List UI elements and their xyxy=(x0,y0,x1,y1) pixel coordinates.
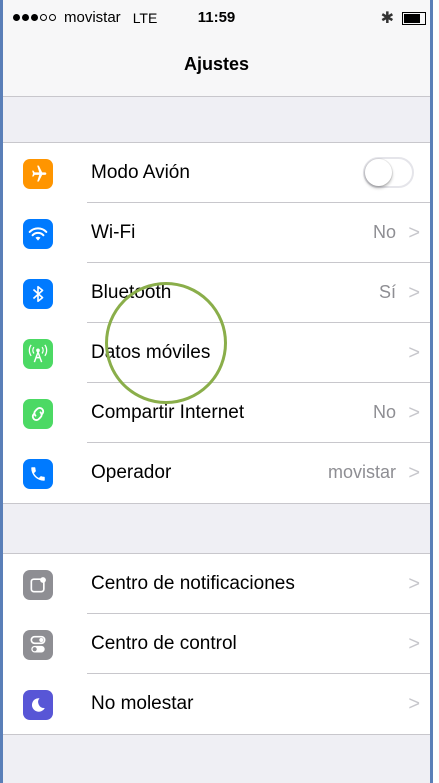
row-wifi[interactable]: Wi-Fi No > xyxy=(3,203,430,263)
phone-icon xyxy=(23,459,53,489)
bluetooth-icon xyxy=(23,279,53,309)
status-right: ✱ xyxy=(381,8,426,28)
airplane-mode-toggle[interactable] xyxy=(363,157,414,188)
row-control-center[interactable]: Centro de control > xyxy=(3,614,430,674)
link-icon xyxy=(23,399,53,429)
row-label: Operador xyxy=(91,462,172,483)
row-value: Sí xyxy=(378,282,396,302)
row-label: Compartir Internet xyxy=(91,402,245,423)
phone-screen: movistar LTE 11:59 ✱ Ajustes Modo Avión xyxy=(0,0,433,783)
control-center-icon xyxy=(23,630,53,660)
airplane-icon xyxy=(23,159,53,189)
chevron-right-icon: > xyxy=(408,222,420,244)
chevron-right-icon: > xyxy=(408,462,420,484)
row-value: No xyxy=(372,222,396,242)
settings-group-system: Centro de notificaciones > Centro de con… xyxy=(3,553,430,735)
row-label: Wi-Fi xyxy=(91,222,136,243)
settings-group-connectivity: Modo Avión Wi-Fi No > Bluetooth Sí > Dat… xyxy=(3,142,430,504)
row-mobile-data[interactable]: Datos móviles > xyxy=(3,323,430,383)
status-bar: movistar LTE 11:59 ✱ xyxy=(3,0,430,34)
row-value: movistar xyxy=(327,462,396,482)
chevron-right-icon: > xyxy=(408,282,420,304)
toggle-knob xyxy=(365,159,392,186)
row-do-not-disturb[interactable]: No molestar > xyxy=(3,674,430,734)
status-time: 11:59 xyxy=(197,9,236,26)
row-notification-center[interactable]: Centro de notificaciones > xyxy=(3,554,430,614)
row-label: Modo Avión xyxy=(91,162,190,183)
chevron-right-icon: > xyxy=(408,342,420,364)
chevron-right-icon: > xyxy=(408,693,420,715)
chevron-right-icon: > xyxy=(408,573,420,595)
chevron-right-icon: > xyxy=(408,633,420,655)
notifications-icon xyxy=(23,570,53,600)
page-title: Ajustes xyxy=(183,54,250,74)
row-label: Datos móviles xyxy=(91,342,211,363)
row-personal-hotspot[interactable]: Compartir Internet No > xyxy=(3,383,430,443)
chevron-right-icon: > xyxy=(408,402,420,424)
row-value: No xyxy=(372,402,396,422)
moon-icon xyxy=(23,690,53,720)
battery-icon xyxy=(402,11,426,25)
row-bluetooth[interactable]: Bluetooth Sí > xyxy=(3,263,430,323)
wifi-icon xyxy=(23,219,53,249)
bluetooth-status-icon: ✱ xyxy=(380,10,394,27)
row-label: Centro de control xyxy=(91,633,237,654)
row-label: Centro de notificaciones xyxy=(91,573,295,594)
row-label: Bluetooth xyxy=(91,282,172,303)
row-carrier[interactable]: Operador movistar > xyxy=(3,443,430,503)
navigation-bar: Ajustes xyxy=(3,34,430,97)
row-airplane-mode[interactable]: Modo Avión xyxy=(3,143,430,203)
antenna-icon xyxy=(23,339,53,369)
row-label: No molestar xyxy=(91,693,194,714)
